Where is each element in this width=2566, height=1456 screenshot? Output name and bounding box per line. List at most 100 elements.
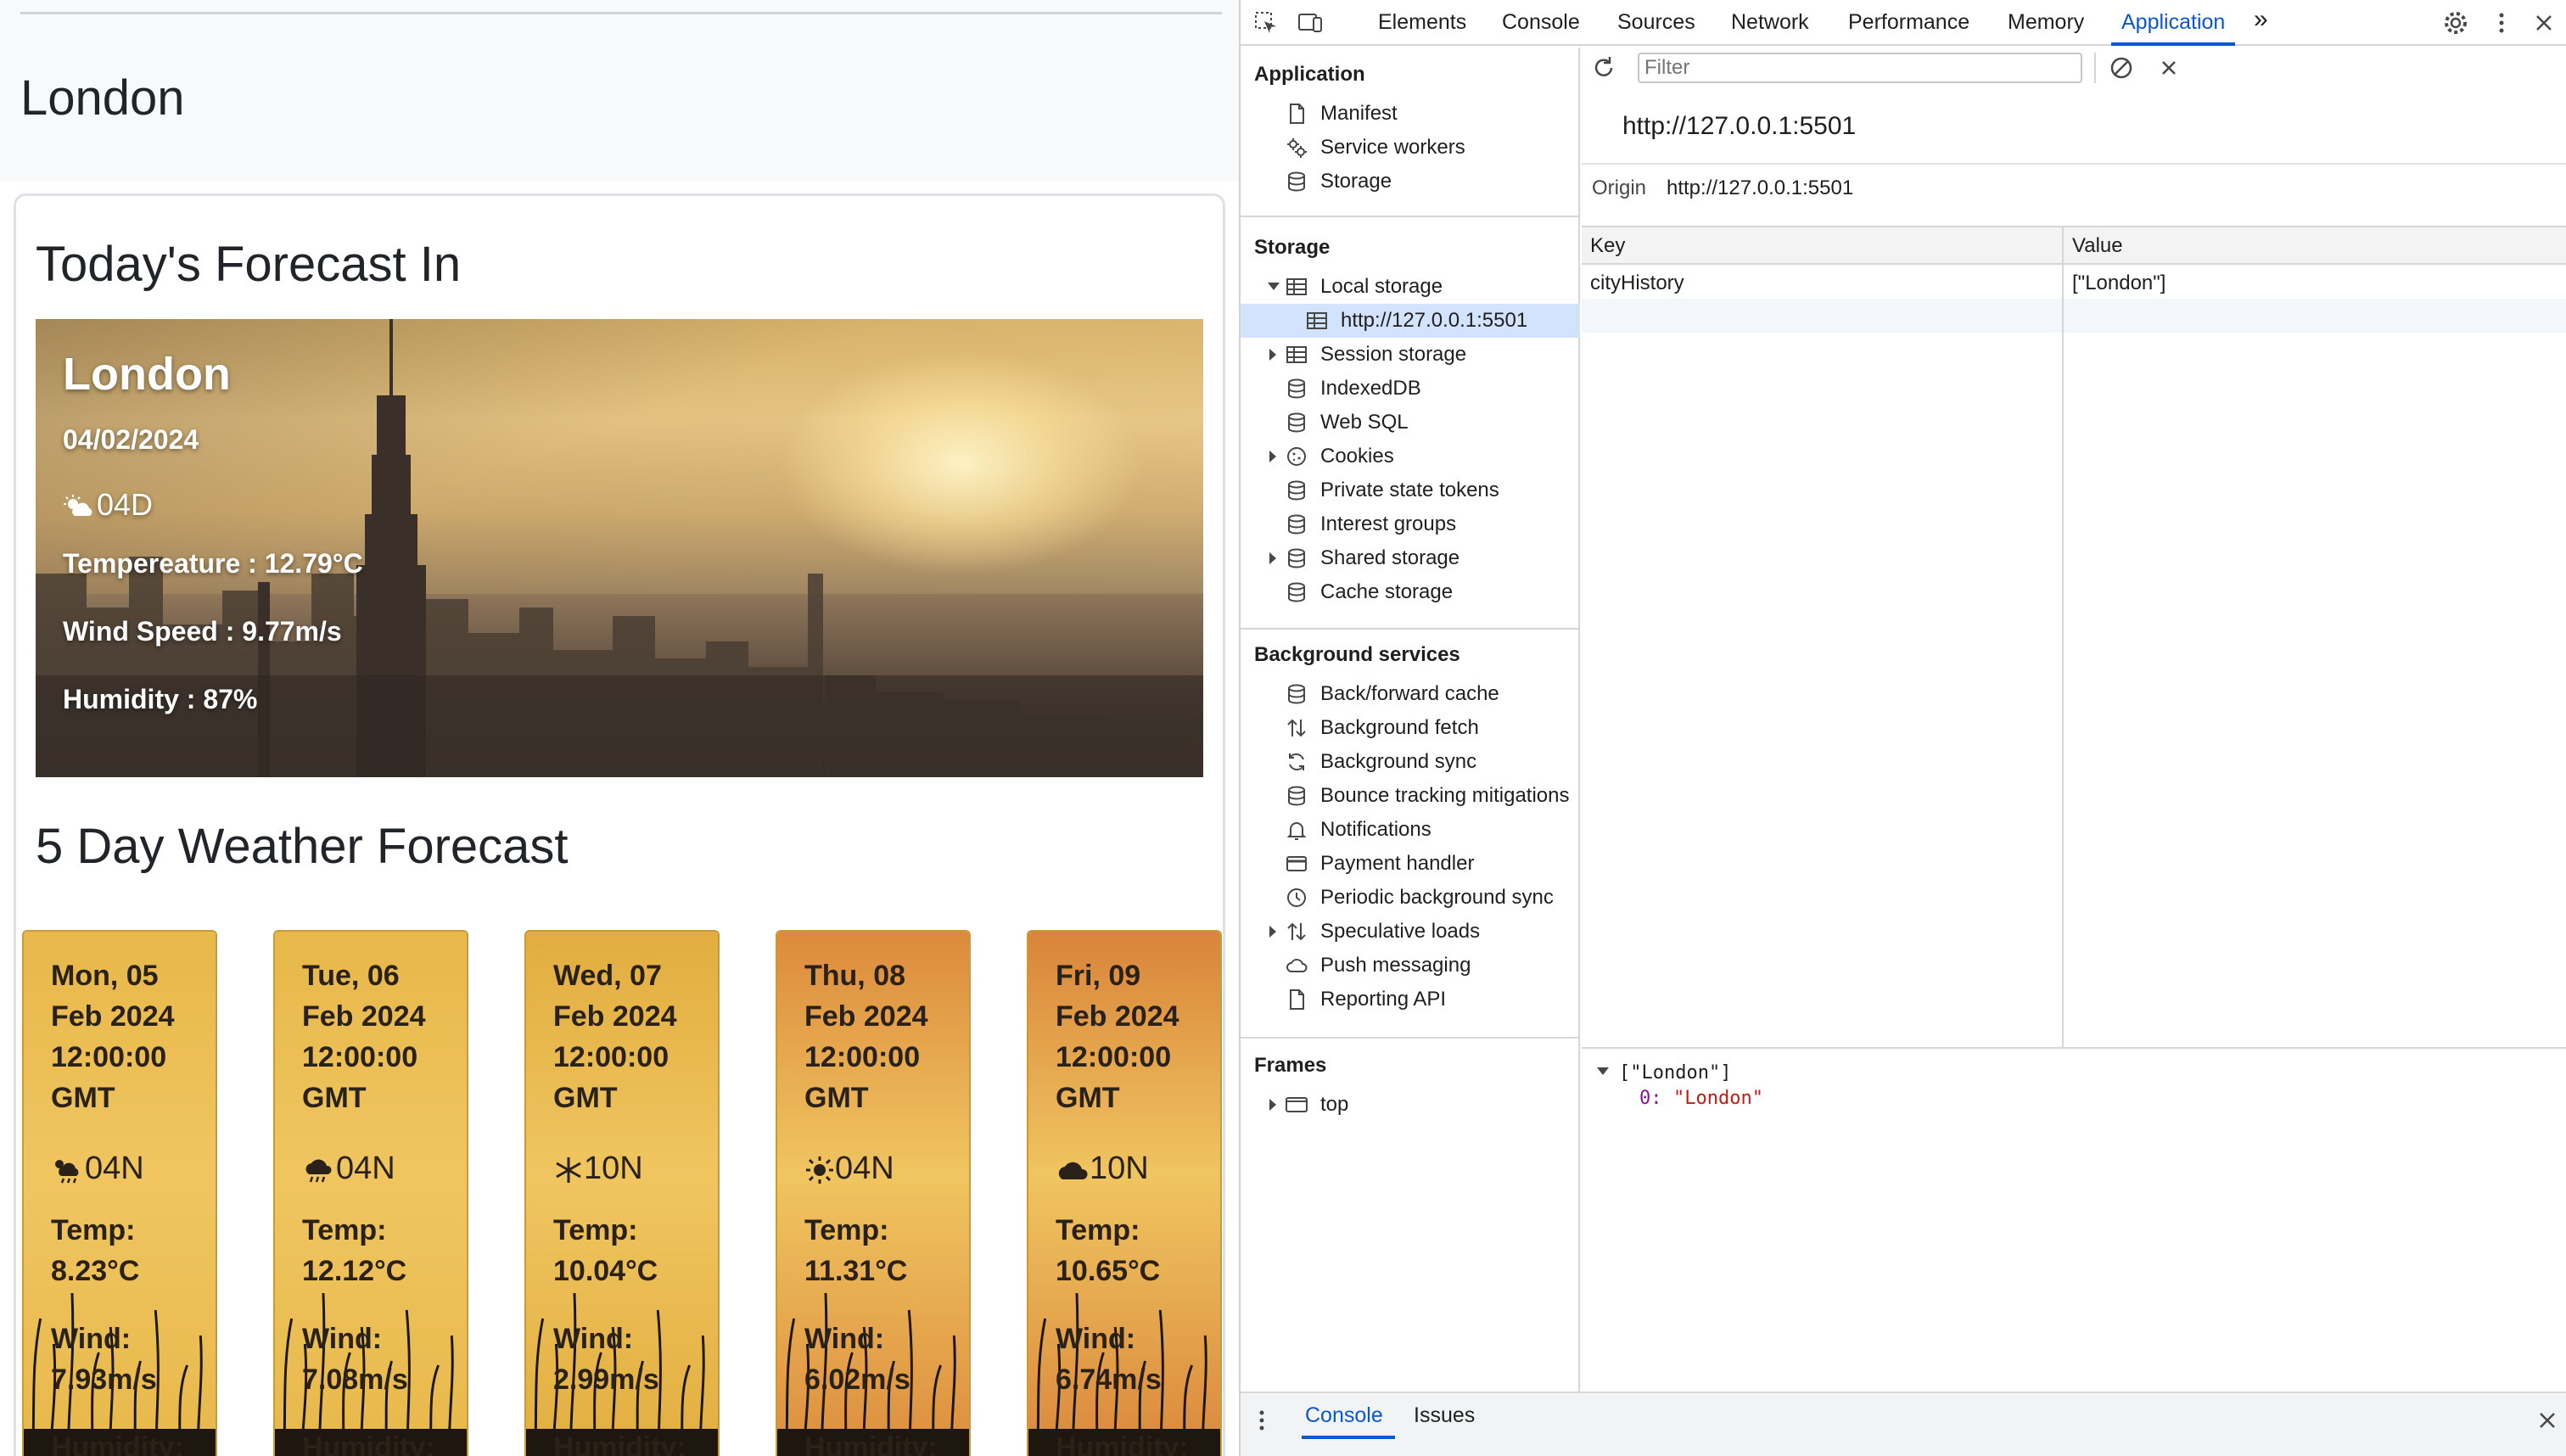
- forecast-weather-icon: 04N: [302, 1151, 395, 1187]
- forecast-humidity-label: Humidity:: [553, 1431, 686, 1456]
- drawer-menu-icon[interactable]: [1254, 1408, 1269, 1432]
- sidebar-item-private-state-tokens[interactable]: Private state tokens: [1241, 473, 1580, 507]
- sidebar-item-http-127-0-0-1-5501[interactable]: http://127.0.0.1:5501: [1241, 304, 1580, 338]
- sidebar-item-push-messaging[interactable]: Push messaging: [1241, 949, 1580, 983]
- collapse-arrow-icon[interactable]: [1597, 1067, 1609, 1075]
- forecast-temp-label: Temp:: [1056, 1214, 1140, 1246]
- devtools-panel: Elements Console Sources Network Performance…: [1239, 0, 2566, 1456]
- filter-input[interactable]: [1638, 53, 2082, 83]
- forecast-time: 12:00:00: [302, 1041, 418, 1073]
- row-key: cityHistory: [1590, 272, 1684, 294]
- sidebar-item-cookies[interactable]: Cookies: [1241, 440, 1580, 473]
- tab-memory[interactable]: Memory: [2008, 10, 2084, 35]
- sidebar-item-cache-storage[interactable]: Cache storage: [1241, 575, 1580, 609]
- sidebar-item-label: Back/forward cache: [1320, 682, 1499, 705]
- sidebar-item-indexeddb[interactable]: IndexedDB: [1241, 372, 1580, 406]
- sidebar-item-reporting-api[interactable]: Reporting API: [1241, 983, 1580, 1016]
- column-value-header[interactable]: Value: [2072, 234, 2123, 258]
- sidebar-item-label: Private state tokens: [1320, 479, 1499, 501]
- section-heading: Application: [1254, 63, 1365, 86]
- today-temperature: Tempereature : 12.79°C: [63, 548, 363, 579]
- sidebar-item-label: Payment handler: [1320, 852, 1475, 875]
- sidebar-item-storage[interactable]: Storage: [1241, 165, 1580, 199]
- sidebar-item-speculative-loads[interactable]: Speculative loads: [1241, 915, 1580, 949]
- sidebar-item-service-workers[interactable]: Service workers: [1241, 131, 1580, 165]
- today-city: London: [63, 349, 231, 400]
- forecast-date: Fri, 09: [1056, 960, 1141, 992]
- inspect-element-icon[interactable]: [1252, 9, 1280, 36]
- tab-console[interactable]: Console: [1502, 10, 1580, 35]
- forecast-temp: 10.04°C: [553, 1255, 658, 1287]
- more-tabs-icon[interactable]: »: [2254, 5, 2268, 34]
- sidebar-item-label: Shared storage: [1320, 546, 1460, 569]
- bell-icon: [1285, 818, 1308, 842]
- database-icon: [1285, 784, 1308, 808]
- sidebar-item-label: Session storage: [1320, 343, 1467, 366]
- forecast-weather-icon: 04N: [51, 1151, 144, 1187]
- page-header: London: [0, 0, 1239, 182]
- sidebar-item-label: Background sync: [1320, 750, 1477, 773]
- sidebar-item-label: IndexedDB: [1320, 377, 1421, 400]
- database-icon: [1285, 411, 1308, 434]
- today-hero-panel: London 04/02/2024 04D Tempereature : 12.…: [36, 319, 1203, 777]
- sidebar-item-back-forward-cache[interactable]: Back/forward cache: [1241, 677, 1580, 711]
- origin-label: Origin: [1592, 176, 1647, 199]
- forecast-icon-code: 04N: [835, 1151, 894, 1186]
- sidebar-item-interest-groups[interactable]: Interest groups: [1241, 507, 1580, 541]
- settings-gear-icon[interactable]: [2442, 9, 2469, 36]
- kebab-menu-icon[interactable]: [2488, 9, 2515, 36]
- tab-network[interactable]: Network: [1731, 10, 1809, 35]
- expand-arrow-icon[interactable]: [1268, 283, 1280, 290]
- clear-all-icon[interactable]: [2108, 54, 2135, 81]
- sidebar-item-label: Bounce tracking mitigations: [1320, 784, 1570, 807]
- forecast-weather-icon: 10N: [553, 1151, 643, 1187]
- close-devtools-icon[interactable]: [2530, 9, 2558, 36]
- table-icon: [1285, 343, 1308, 367]
- forecast-wind: 2.99m/s: [553, 1364, 659, 1396]
- forecast-weather-icon: 10N: [1056, 1151, 1149, 1187]
- database-icon: [1285, 682, 1308, 706]
- collapse-arrow-icon[interactable]: [1269, 926, 1276, 938]
- sidebar-item-background-fetch[interactable]: Background fetch: [1241, 711, 1580, 745]
- storage-table: Key Value cityHistory ["London"]: [1582, 227, 2566, 1049]
- collapse-arrow-icon[interactable]: [1269, 451, 1276, 462]
- collapse-arrow-icon[interactable]: [1269, 1099, 1276, 1111]
- column-key-header[interactable]: Key: [1590, 234, 1625, 258]
- file-icon: [1285, 988, 1308, 1011]
- sidebar-item-label: Periodic background sync: [1320, 886, 1554, 909]
- collapse-arrow-icon[interactable]: [1269, 552, 1276, 564]
- tab-elements[interactable]: Elements: [1378, 10, 1466, 35]
- device-toolbar-icon[interactable]: [1297, 9, 1324, 36]
- tab-sources[interactable]: Sources: [1617, 10, 1695, 35]
- sidebar-item-label: Notifications: [1320, 818, 1431, 841]
- sidebar-item-manifest[interactable]: Manifest: [1241, 97, 1580, 131]
- tab-application[interactable]: Application: [2121, 10, 2225, 35]
- table-row-empty[interactable]: [1582, 299, 2566, 333]
- forecast-date: Tue, 06: [302, 960, 400, 992]
- drawer-tab-issues[interactable]: Issues: [1414, 1403, 1475, 1428]
- searched-city-button[interactable]: London: [20, 70, 185, 126]
- table-row[interactable]: cityHistory ["London"]: [1582, 266, 2566, 299]
- forecast-temp-label: Temp:: [302, 1214, 387, 1246]
- sidebar-item-periodic-background-sync[interactable]: Periodic background sync: [1241, 881, 1580, 915]
- sidebar-item-web-sql[interactable]: Web SQL: [1241, 406, 1580, 440]
- sidebar-item-background-sync[interactable]: Background sync: [1241, 745, 1580, 779]
- sidebar-item-bounce-tracking-mitigations[interactable]: Bounce tracking mitigations: [1241, 779, 1580, 813]
- tab-performance[interactable]: Performance: [1848, 10, 1969, 35]
- drawer-tab-console[interactable]: Console: [1305, 1403, 1383, 1428]
- collapse-arrow-icon[interactable]: [1269, 349, 1276, 361]
- sidebar-item-label: Cache storage: [1320, 580, 1454, 603]
- sidebar-item-payment-handler[interactable]: Payment handler: [1241, 847, 1580, 881]
- sidebar-item-session-storage[interactable]: Session storage: [1241, 338, 1580, 372]
- sidebar-item-shared-storage[interactable]: Shared storage: [1241, 541, 1580, 575]
- sidebar-item-top[interactable]: top: [1241, 1088, 1580, 1122]
- close-drawer-icon[interactable]: [2535, 1408, 2559, 1432]
- forecast-timezone: GMT: [302, 1082, 367, 1114]
- gears-icon: [1285, 136, 1308, 160]
- sidebar-item-notifications[interactable]: Notifications: [1241, 813, 1580, 847]
- forecast-wind: 7.08m/s: [302, 1364, 408, 1396]
- delete-selected-icon[interactable]: [2155, 54, 2182, 81]
- sidebar-item-local-storage[interactable]: Local storage: [1241, 270, 1580, 304]
- refresh-icon[interactable]: [1590, 54, 1617, 81]
- table-header: Key Value: [1582, 227, 2566, 265]
